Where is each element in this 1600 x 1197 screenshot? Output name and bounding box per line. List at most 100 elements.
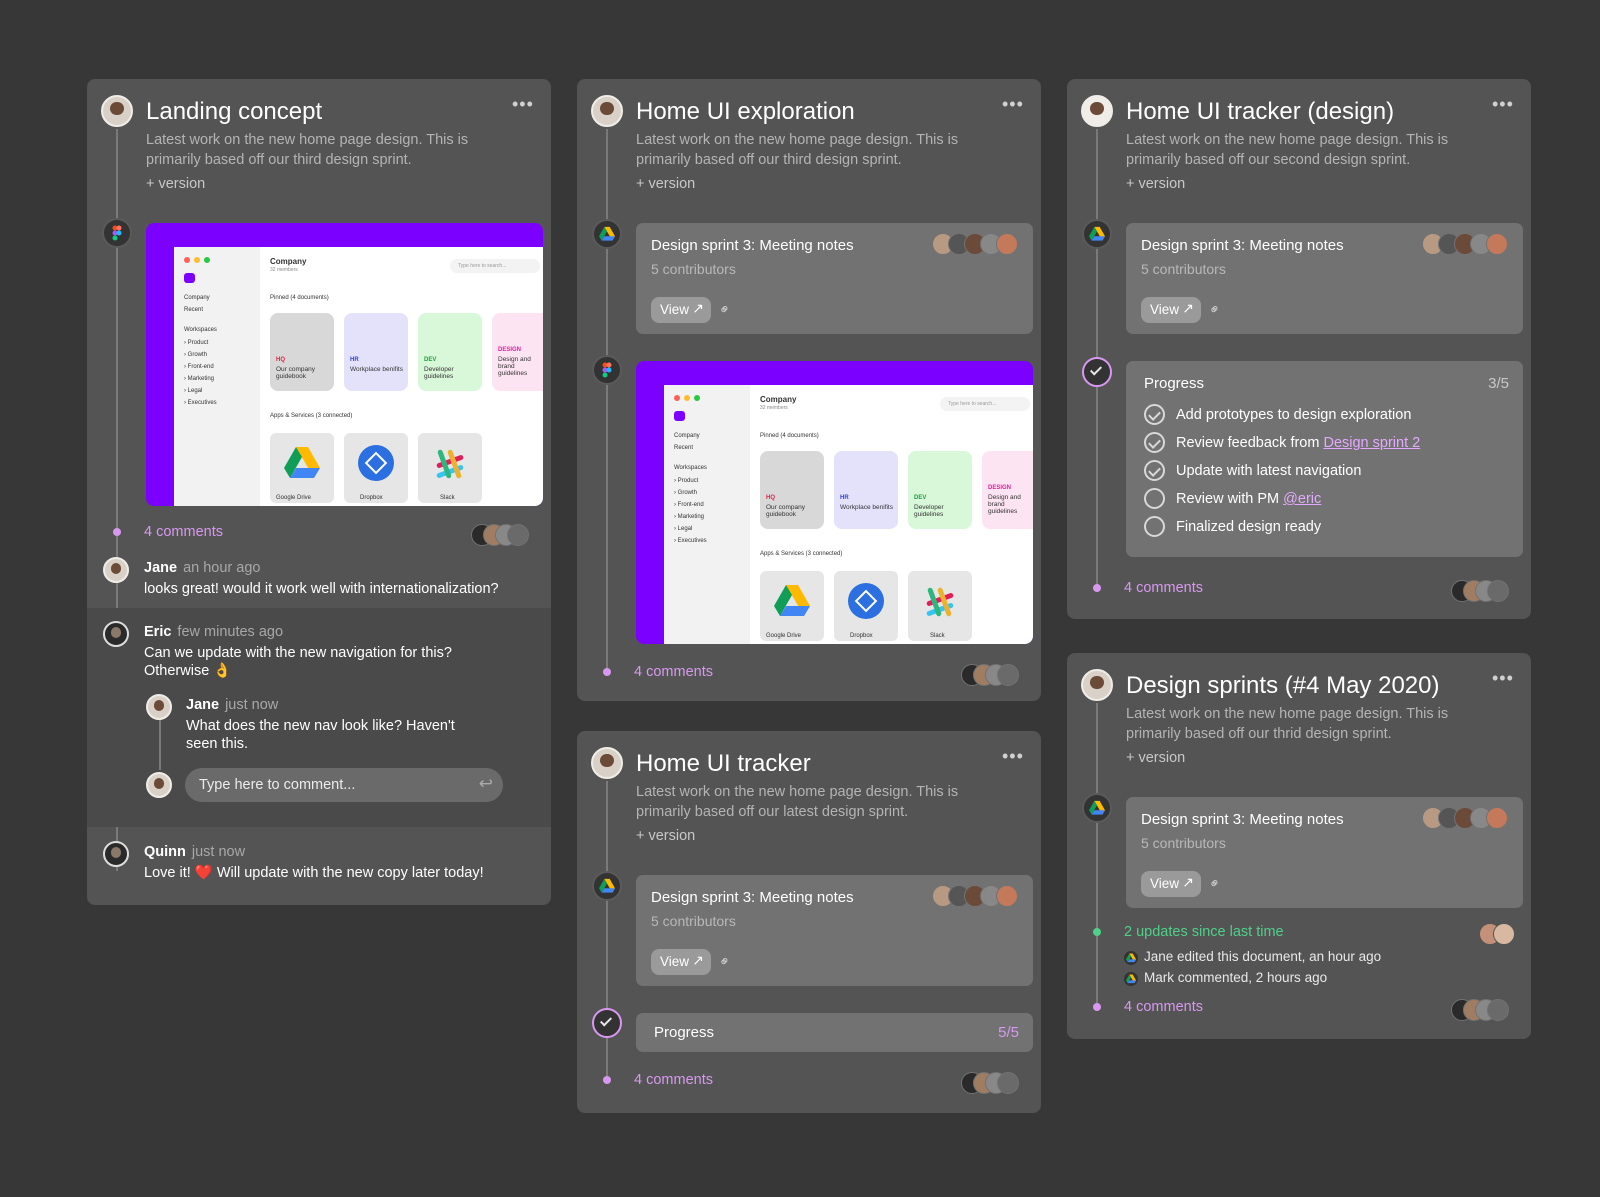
commenters-avatars[interactable] xyxy=(1451,999,1521,1021)
design-preview-image[interactable]: Company Recent Workspaces › Product › Gr… xyxy=(636,361,1033,644)
doc-card[interactable]: Design sprint 3: Meeting notes 5 contrib… xyxy=(636,223,1033,334)
add-version-link[interactable]: + version xyxy=(146,176,205,192)
commenter-name[interactable]: Jane an hour ago xyxy=(144,560,260,576)
author-avatar[interactable] xyxy=(591,747,623,779)
task-label: Review with PM @eric xyxy=(1176,491,1322,507)
card-title[interactable]: Home UI tracker xyxy=(636,750,811,778)
more-icon[interactable]: ••• xyxy=(1492,95,1514,113)
card-title[interactable]: Home UI tracker (design) xyxy=(1126,98,1394,126)
comment-text: Can we update with the new navigation fo… xyxy=(144,645,452,679)
update-item: Jane edited this document, an hour ago xyxy=(1144,949,1382,964)
reply-avatar[interactable] xyxy=(146,694,172,720)
contributors-avatars[interactable] xyxy=(932,233,1022,255)
card-description: Latest work on the new home page design.… xyxy=(146,132,469,168)
updates-summary[interactable]: 2 updates since last time xyxy=(1124,924,1284,940)
task-checkbox[interactable] xyxy=(1144,404,1165,425)
view-button[interactable]: View ↗ xyxy=(651,297,711,323)
card-design-sprints: Design sprints (#4 May 2020) ••• Latest … xyxy=(1067,653,1531,1039)
design-sprint-2-link[interactable]: Design sprint 2 xyxy=(1323,435,1420,451)
commenter-avatar[interactable] xyxy=(103,841,129,867)
mention-eric-link[interactable]: @eric xyxy=(1283,491,1321,507)
link-icon[interactable]: ⚭ xyxy=(1205,299,1225,319)
comments-count[interactable]: 4 comments xyxy=(1124,580,1203,596)
reply-name[interactable]: Jane just now xyxy=(186,697,278,713)
link-icon[interactable]: ⚭ xyxy=(1205,873,1225,893)
timeline-dot xyxy=(113,528,121,536)
comments-count[interactable]: 4 comments xyxy=(634,1072,713,1088)
commenters-avatars[interactable] xyxy=(1451,580,1521,602)
card-home-ui-exploration: Home UI exploration ••• Latest work on t… xyxy=(577,79,1041,701)
add-version-link[interactable]: + version xyxy=(1126,750,1185,766)
add-version-link[interactable]: + version xyxy=(1126,176,1185,192)
contributors-avatars[interactable] xyxy=(1422,233,1512,255)
view-button[interactable]: View ↗ xyxy=(1141,297,1201,323)
card-landing-concept: Landing concept ••• Latest work on the n… xyxy=(87,79,551,905)
author-avatar[interactable] xyxy=(1081,95,1113,127)
view-button[interactable]: View ↗ xyxy=(1141,871,1201,897)
task-checkbox[interactable] xyxy=(1144,488,1165,509)
google-drive-icon xyxy=(1124,951,1138,965)
comments-count[interactable]: 4 comments xyxy=(1124,999,1203,1015)
author-avatar[interactable] xyxy=(591,95,623,127)
add-version-link[interactable]: + version xyxy=(636,828,695,844)
contributors-avatars[interactable] xyxy=(932,885,1022,907)
comments-count[interactable]: 4 comments xyxy=(634,664,713,680)
progress-card[interactable]: Progress 3/5 Add prototypes to design ex… xyxy=(1126,361,1523,557)
google-drive-icon xyxy=(592,871,622,901)
author-avatar[interactable] xyxy=(101,95,133,127)
view-button[interactable]: View ↗ xyxy=(651,949,711,975)
timeline-dot xyxy=(1093,584,1101,592)
doc-card[interactable]: Design sprint 3: Meeting notes 5 contrib… xyxy=(636,875,1033,986)
progress-card-collapsed[interactable]: Progress 5/5 xyxy=(636,1013,1033,1052)
commenters-avatars[interactable] xyxy=(961,1072,1031,1094)
more-icon[interactable]: ••• xyxy=(1002,747,1024,765)
doc-card[interactable]: Design sprint 3: Meeting notes 5 contrib… xyxy=(1126,797,1523,908)
task-label: Add prototypes to design exploration xyxy=(1176,407,1412,423)
slack-icon: Slack xyxy=(908,571,972,641)
more-icon[interactable]: ••• xyxy=(1002,95,1024,113)
more-icon[interactable]: ••• xyxy=(1492,669,1514,687)
comment-input[interactable]: Type here to comment... ↩ xyxy=(185,768,503,802)
reply-line xyxy=(159,720,161,770)
task-checkbox[interactable] xyxy=(1144,432,1165,453)
commenters-avatars[interactable] xyxy=(961,664,1031,686)
design-preview-image[interactable]: Company Recent Workspaces › Product › Gr… xyxy=(146,223,543,506)
dropbox-icon: Dropbox xyxy=(344,433,408,503)
contributors-avatars[interactable] xyxy=(1422,807,1512,829)
task-checkbox[interactable] xyxy=(1144,460,1165,481)
timeline-dot xyxy=(603,668,611,676)
doc-card[interactable]: Design sprint 3: Meeting notes 5 contrib… xyxy=(1126,223,1523,334)
card-description: Latest work on the new home page design.… xyxy=(636,132,959,168)
update-item: Mark commented, 2 hours ago xyxy=(1144,970,1328,985)
author-avatar[interactable] xyxy=(1081,669,1113,701)
card-description: Latest work on the new home page design.… xyxy=(1126,706,1449,742)
check-circle-icon xyxy=(592,1008,622,1038)
commenter-name[interactable]: Eric few minutes ago xyxy=(144,624,283,640)
reply-icon[interactable]: ↩ xyxy=(479,774,493,794)
commenter-avatar[interactable] xyxy=(103,621,129,647)
task-label: Review feedback from Design sprint 2 xyxy=(1176,435,1421,451)
google-drive-icon xyxy=(592,219,622,249)
comments-count[interactable]: 4 comments xyxy=(144,524,223,540)
card-title[interactable]: Landing concept xyxy=(146,98,322,126)
commenter-name[interactable]: Quinn just now xyxy=(144,844,245,860)
task-checkbox[interactable] xyxy=(1144,516,1165,537)
arrow-up-right-icon: ↗ xyxy=(692,952,704,968)
task-label: Finalized design ready xyxy=(1176,519,1322,535)
card-title[interactable]: Design sprints (#4 May 2020) xyxy=(1126,672,1439,700)
current-user-avatar xyxy=(146,772,172,798)
google-drive-icon xyxy=(1082,793,1112,823)
add-version-link[interactable]: + version xyxy=(636,176,695,192)
updaters-avatars[interactable] xyxy=(1479,923,1519,945)
arrow-up-right-icon: ↗ xyxy=(1182,874,1194,890)
comment-text: looks great! would it work well with int… xyxy=(144,581,499,597)
commenters-avatars[interactable] xyxy=(471,524,541,546)
card-title[interactable]: Home UI exploration xyxy=(636,98,855,126)
more-icon[interactable]: ••• xyxy=(512,95,534,113)
commenter-avatar[interactable] xyxy=(103,557,129,583)
link-icon[interactable]: ⚭ xyxy=(715,951,735,971)
comment-text: Love it! ❤️ Will update with the new cop… xyxy=(144,865,484,881)
timeline-dot-updates xyxy=(1093,928,1101,936)
link-icon[interactable]: ⚭ xyxy=(715,299,735,319)
figma-icon xyxy=(592,355,622,385)
